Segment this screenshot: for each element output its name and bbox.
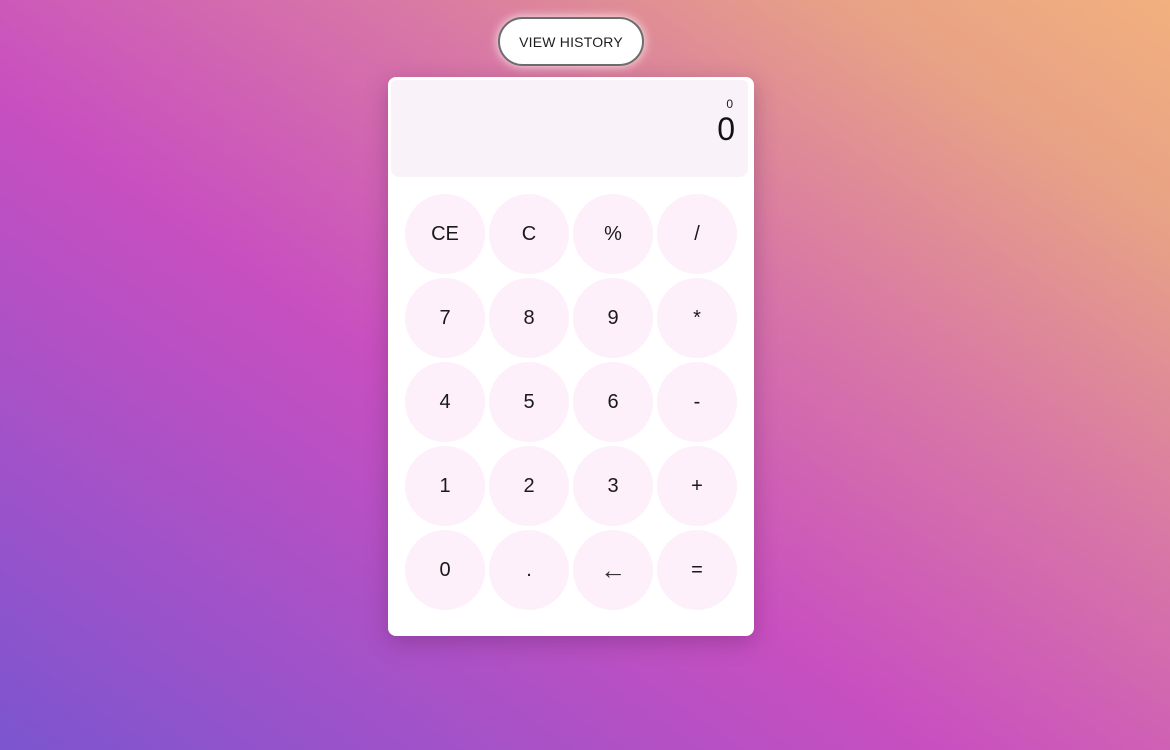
previous-operand: 0 [726,97,733,111]
subtract-button[interactable]: - [657,362,737,442]
digit-4-button[interactable]: 4 [405,362,485,442]
divide-button[interactable]: / [657,194,737,274]
clear-entry-button[interactable]: CE [405,194,485,274]
digit-0-button[interactable]: 0 [405,530,485,610]
digit-9-button[interactable]: 9 [573,278,653,358]
percent-button[interactable]: % [573,194,653,274]
calculator-display: 0 0 [391,80,748,177]
digit-1-button[interactable]: 1 [405,446,485,526]
multiply-button[interactable]: * [657,278,737,358]
digit-6-button[interactable]: 6 [573,362,653,442]
add-button[interactable]: + [657,446,737,526]
digit-3-button[interactable]: 3 [573,446,653,526]
keypad: CE C%/ 7 8 9 * 4 5 6- 1 2 3 +0. ← = [405,194,737,610]
digit-5-button[interactable]: 5 [489,362,569,442]
decimal-button[interactable]: . [489,530,569,610]
digit-8-button[interactable]: 8 [489,278,569,358]
view-history-button[interactable]: VIEW HISTORY [498,17,644,66]
equals-button[interactable]: = [657,530,737,610]
digit-2-button[interactable]: 2 [489,446,569,526]
calculator-panel: 0 0 CE C%/ 7 8 9 * 4 5 6- 1 2 3 +0. ← = [388,77,754,636]
backspace-button[interactable]: ← [573,530,653,610]
current-operand: 0 [717,111,735,147]
clear-button[interactable]: C [489,194,569,274]
digit-7-button[interactable]: 7 [405,278,485,358]
